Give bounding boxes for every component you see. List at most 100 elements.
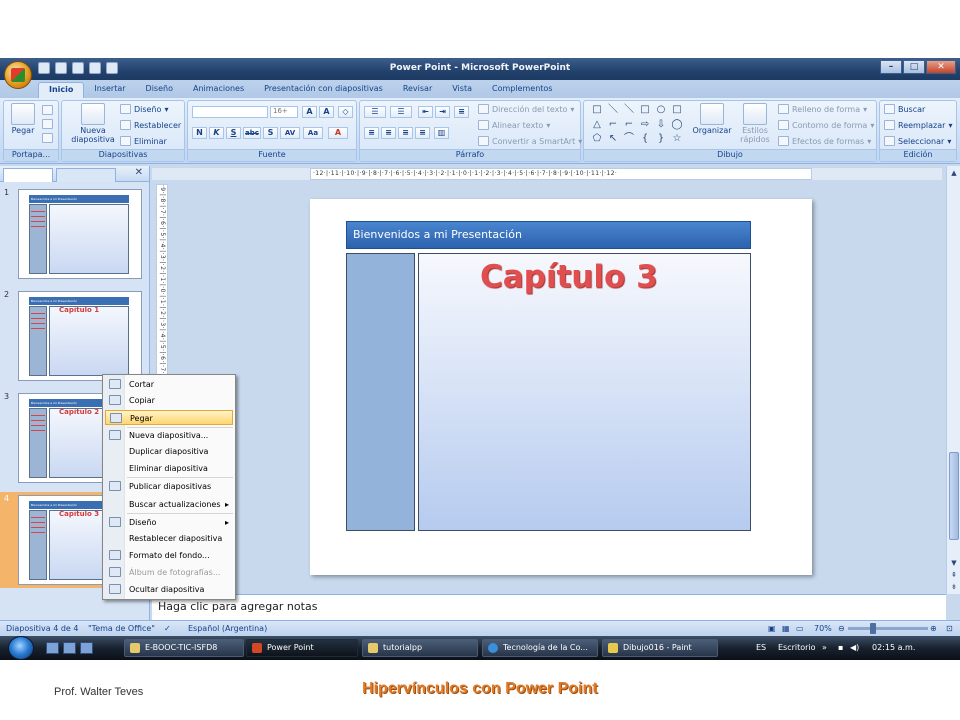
spacing-button[interactable]: AV	[280, 127, 300, 139]
tab-outline[interactable]	[56, 168, 116, 182]
menu-item-copy[interactable]: Copiar	[105, 393, 233, 408]
menu-item-layout[interactable]: Diseño ▸	[105, 515, 233, 530]
menu-item-new-slide[interactable]: Nueva diapositiva...	[105, 428, 233, 443]
shape-fill-button[interactable]: Relleno de forma ▾	[778, 104, 867, 114]
spellcheck-icon[interactable]: ✓	[164, 624, 171, 633]
columns-button[interactable]: ▥	[434, 127, 449, 139]
arrange-button[interactable]: Organizar	[692, 103, 732, 135]
scrollbar-thumb[interactable]	[949, 452, 959, 540]
layout-button[interactable]: Diseño ▾	[120, 104, 168, 114]
strikethrough-button[interactable]: abc	[243, 127, 261, 139]
grow-font-button[interactable]: A	[302, 106, 317, 118]
clear-format-button[interactable]: ◇	[338, 106, 353, 118]
start-button[interactable]	[8, 636, 34, 660]
maximize-button[interactable]: □	[903, 60, 925, 74]
bold-button[interactable]: N	[192, 127, 207, 139]
copy-button[interactable]	[42, 119, 53, 129]
zoom-slider[interactable]	[848, 627, 928, 630]
bullets-button[interactable]: ☰	[364, 106, 386, 118]
task-tutorialpp[interactable]: tutorialpp	[362, 639, 478, 657]
text-direction-button[interactable]: Dirección del texto ▾	[478, 104, 574, 114]
task-paint[interactable]: Dibujo016 - Paint	[602, 639, 718, 657]
network-icon[interactable]: ▪	[838, 643, 843, 652]
notes-placeholder[interactable]: Haga clic para agregar notas	[158, 600, 317, 613]
clock[interactable]: 02:15 a.m.	[872, 643, 915, 652]
shapes-gallery[interactable]: □ ＼ ＼ □ ○ □ △ ⌐ ⌐ ⇨ ⇩ ◯ ⬠ ↖ ⌒{} ☆	[590, 104, 684, 146]
slideshow-view-icon[interactable]: ▭	[796, 624, 804, 633]
zoom-slider-knob[interactable]	[870, 623, 876, 634]
select-button[interactable]: Seleccionar ▾	[884, 136, 951, 146]
volume-icon[interactable]: ◀)	[850, 643, 859, 652]
tab-insertar[interactable]: Insertar	[84, 82, 135, 98]
menu-item-duplicate-slide[interactable]: Duplicar diapositiva	[105, 444, 233, 459]
align-center-button[interactable]: ≡	[381, 127, 396, 139]
menu-item-reset-slide[interactable]: Restablecer diapositiva	[105, 531, 233, 546]
menu-item-publish-slides[interactable]: Publicar diapositivas	[105, 479, 233, 494]
shadow-button[interactable]: S	[263, 127, 278, 139]
find-button[interactable]: Buscar	[884, 104, 925, 114]
line-spacing-button[interactable]: ≡	[454, 106, 469, 118]
font-name-box[interactable]	[192, 106, 268, 118]
slide-left-panel[interactable]	[346, 253, 415, 531]
change-case-button[interactable]: Aa	[303, 127, 323, 139]
language-label[interactable]: Español (Argentina)	[188, 624, 267, 633]
close-button[interactable]: ✕	[926, 60, 956, 74]
decrease-indent-button[interactable]: ⇤	[418, 106, 433, 118]
replace-button[interactable]: Reemplazar ▾	[884, 120, 952, 130]
scroll-down-icon[interactable]: ▼	[948, 558, 960, 568]
format-painter-button[interactable]	[42, 133, 53, 143]
cut-button[interactable]	[42, 105, 53, 115]
paste-button[interactable]: Pegar	[8, 103, 38, 135]
menu-item-format-background[interactable]: Formato del fondo...	[105, 548, 233, 563]
zoom-level[interactable]: 70%	[814, 624, 832, 633]
shrink-font-button[interactable]: A	[319, 106, 334, 118]
explorer-icon[interactable]	[63, 642, 76, 654]
slide-header[interactable]: Bienvenidos a mi Presentación	[346, 221, 751, 249]
language-indicator[interactable]: ES	[756, 643, 766, 652]
delete-slide-button[interactable]: Eliminar	[120, 136, 167, 146]
increase-indent-button[interactable]: ⇥	[435, 106, 450, 118]
office-button[interactable]	[4, 61, 32, 89]
scroll-up-icon[interactable]: ▲	[948, 168, 960, 178]
tab-inicio[interactable]: Inicio	[38, 82, 85, 98]
tab-slides[interactable]	[3, 168, 53, 182]
align-left-button[interactable]: ≡	[364, 127, 379, 139]
align-right-button[interactable]: ≡	[398, 127, 413, 139]
tab-animaciones[interactable]: Animaciones	[183, 82, 254, 98]
tab-revisar[interactable]: Revisar	[393, 82, 442, 98]
align-text-button[interactable]: Alinear texto ▾	[478, 120, 550, 130]
previous-slide-icon[interactable]: ⇞	[948, 570, 960, 580]
zoom-in-icon[interactable]: ⊕	[930, 624, 937, 633]
menu-item-hide-slide[interactable]: Ocultar diapositiva	[105, 582, 233, 597]
justify-button[interactable]: ≡	[415, 127, 430, 139]
slide-thumbnail-2[interactable]: 2 Bienvenidos a mi Presentación Capítulo…	[0, 288, 150, 384]
tab-presentacion[interactable]: Presentación con diapositivas	[254, 82, 393, 98]
task-tecnologia[interactable]: Tecnología de la Co...	[482, 639, 598, 657]
slide-thumbnail-1[interactable]: 1 Bienvenidos a mi Presentación	[0, 186, 150, 282]
media-icon[interactable]	[80, 642, 93, 654]
next-slide-icon[interactable]: ⇟	[948, 582, 960, 592]
menu-item-check-updates[interactable]: Buscar actualizaciones ▸	[105, 497, 233, 512]
font-color-button[interactable]: A	[328, 127, 348, 139]
normal-view-icon[interactable]: ▣	[768, 624, 776, 633]
desktop-icon[interactable]	[46, 642, 59, 654]
numbering-button[interactable]: ☰	[390, 106, 412, 118]
font-size-box[interactable]: 16+	[270, 106, 298, 118]
slide-caption[interactable]: Capítulo 3	[480, 259, 658, 295]
italic-button[interactable]: K	[209, 127, 224, 139]
fit-window-icon[interactable]: ⊡	[946, 624, 953, 633]
quick-styles-button[interactable]: Estilos rápidos	[734, 103, 776, 144]
task-powerpoint[interactable]: Power Point	[246, 639, 358, 657]
tab-vista[interactable]: Vista	[442, 82, 482, 98]
shape-outline-button[interactable]: Contorno de forma ▾	[778, 120, 874, 130]
menu-item-paste[interactable]: Pegar	[105, 410, 233, 425]
chevron-icon[interactable]: »	[822, 643, 827, 652]
tab-complementos[interactable]: Complementos	[482, 82, 562, 98]
vertical-scrollbar[interactable]: ▲ ▼ ⇞ ⇟	[946, 166, 960, 594]
desktop-toolbar[interactable]: Escritorio	[778, 643, 816, 652]
tab-diseno[interactable]: Diseño	[136, 82, 183, 98]
minimize-button[interactable]: –	[880, 60, 902, 74]
slide-canvas[interactable]: Bienvenidos a mi Presentación Capítulo 3	[170, 182, 944, 590]
task-ebooc[interactable]: E-BOOC-TIC-ISFD8	[124, 639, 244, 657]
shape-effects-button[interactable]: Efectos de formas ▾	[778, 136, 871, 146]
